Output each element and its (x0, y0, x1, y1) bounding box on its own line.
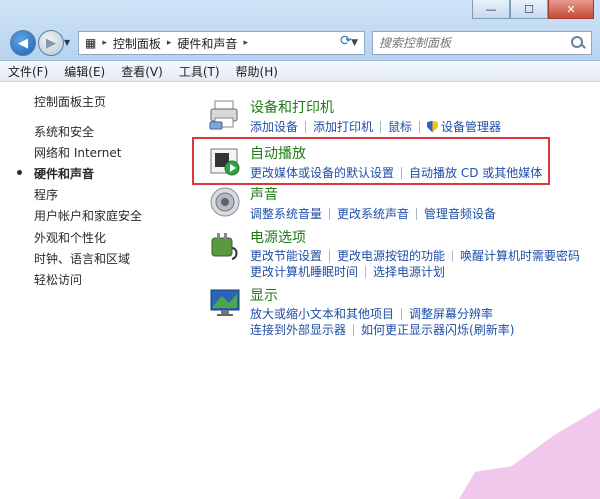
category-title[interactable]: 设备和打印机 (250, 97, 334, 117)
link-autoplay-cd[interactable]: 自动播放 CD 或其他媒体 (409, 164, 542, 181)
separator (329, 207, 331, 220)
category-title[interactable]: 自动播放 (250, 143, 306, 163)
link-row: 添加设备 添加打印机 鼠标 设备管理器 (250, 118, 501, 135)
shield-icon (427, 120, 439, 133)
menu-tools[interactable]: 工具(T) (171, 63, 228, 80)
arrow-left-icon: ◀ (18, 35, 28, 51)
link-mouse[interactable]: 鼠标 (388, 118, 412, 135)
link-change-sounds[interactable]: 更改系统声音 (337, 205, 409, 222)
link-change-power-button[interactable]: 更改电源按钮的功能 (337, 247, 445, 264)
display-icon (210, 289, 240, 316)
link-row: 调整系统音量 更改系统声音 管理音频设备 (250, 205, 496, 222)
link-change-default-media[interactable]: 更改媒体或设备的默认设置 (250, 164, 394, 181)
close-button[interactable]: ✕ (548, 0, 594, 19)
separator (401, 166, 403, 179)
autoplay-icon (210, 148, 240, 176)
separator (419, 120, 421, 133)
separator (329, 249, 331, 262)
printer-icon (209, 100, 238, 130)
link-screen-resolution[interactable]: 调整屏幕分辨率 (409, 305, 493, 322)
category-title[interactable]: 电源选项 (250, 227, 306, 247)
breadcrumb-hardware-sound[interactable]: 硬件和声音 (171, 35, 243, 52)
search-input[interactable] (373, 35, 569, 51)
link-add-printer[interactable]: 添加打印机 (313, 118, 373, 135)
nav-ease-of-access[interactable]: 轻松访问 (34, 271, 82, 288)
menu-file[interactable]: 文件(F) (0, 63, 56, 80)
nav-network-internet[interactable]: 网络和 Internet (34, 144, 121, 161)
minimize-button[interactable]: — (472, 0, 510, 19)
nav-control-panel-home[interactable]: 控制面板主页 (34, 93, 106, 110)
separator (452, 249, 454, 262)
main-content: 设备和打印机 添加设备 添加打印机 鼠标 设备管理器 自动播放 更改媒体或设备的… (190, 82, 600, 499)
separator (365, 265, 367, 278)
search-icon[interactable] (569, 35, 585, 51)
control-panel-folder-icon: ▦ (85, 36, 97, 50)
link-require-password-wake[interactable]: 唤醒计算机时需要密码 (460, 247, 580, 264)
refresh-icon[interactable]: ⟳ (340, 33, 352, 49)
link-add-device[interactable]: 添加设备 (250, 118, 298, 135)
search-box[interactable] (372, 31, 592, 55)
link-adjust-volume[interactable]: 调整系统音量 (250, 205, 322, 222)
breadcrumb-control-panel[interactable]: 控制面板 (107, 35, 167, 52)
power-icon (211, 233, 238, 260)
nav-user-accounts[interactable]: 用户帐户和家庭安全 (34, 207, 142, 224)
link-manage-audio[interactable]: 管理音频设备 (424, 205, 496, 222)
separator (416, 207, 418, 220)
nav-appearance[interactable]: 外观和个性化 (34, 229, 106, 246)
separator (401, 307, 403, 320)
separator (353, 323, 355, 336)
category-title[interactable]: 显示 (250, 285, 278, 305)
link-choose-power-plan[interactable]: 选择电源计划 (373, 263, 445, 280)
link-change-sleep-time[interactable]: 更改计算机睡眠时间 (250, 263, 358, 280)
nav-clock-language[interactable]: 时钟、语言和区域 (34, 250, 130, 267)
left-navigation: 控制面板主页 系统和安全 网络和 Internet 硬件和声音 程序 用户帐户和… (0, 82, 180, 499)
nav-hardware-sound[interactable]: 硬件和声音 (34, 165, 94, 182)
link-row: 更改节能设置 更改电源按钮的功能 唤醒计算机时需要密码 (250, 247, 580, 264)
menu-edit[interactable]: 编辑(E) (56, 63, 113, 80)
forward-button[interactable]: ▶ (38, 30, 64, 56)
link-row: 更改媒体或设备的默认设置 自动播放 CD 或其他媒体 (250, 164, 542, 181)
active-bullet-icon (17, 170, 22, 175)
menu-help[interactable]: 帮助(H) (228, 63, 286, 80)
separator (305, 120, 307, 133)
chevron-down-icon: ▼ (64, 38, 71, 47)
speaker-icon (210, 187, 240, 217)
arrow-right-icon: ▶ (46, 35, 56, 51)
link-row: 连接到外部显示器 如何更正显示器闪烁(刷新率) (250, 321, 514, 338)
menu-bar: 文件(F) 编辑(E) 查看(V) 工具(T) 帮助(H) (0, 61, 600, 82)
link-change-power-saving[interactable]: 更改节能设置 (250, 247, 322, 264)
link-row: 更改计算机睡眠时间 选择电源计划 (250, 263, 445, 280)
link-row: 放大或缩小文本和其他项目 调整屏幕分辨率 (250, 305, 493, 322)
link-device-manager[interactable]: 设备管理器 (441, 118, 501, 135)
title-bar: — ☐ ✕ ◀ ▶ ▼ ▦ ▸ 控制面板 ▸ 硬件和声音 ▸ ▼ ⟳ (0, 0, 600, 61)
maximize-button[interactable]: ☐ (510, 0, 548, 19)
recent-pages-dropdown[interactable]: ▼ (64, 38, 70, 47)
address-bar[interactable]: ▦ ▸ 控制面板 ▸ 硬件和声音 ▸ ▼ (78, 31, 365, 55)
nav-system-security[interactable]: 系统和安全 (34, 123, 94, 140)
nav-programs[interactable]: 程序 (34, 186, 58, 203)
link-fix-flicker[interactable]: 如何更正显示器闪烁(刷新率) (361, 321, 514, 338)
chevron-right-icon[interactable]: ▸ (243, 38, 248, 48)
back-button[interactable]: ◀ (10, 30, 36, 56)
window-controls: — ☐ ✕ (472, 0, 594, 19)
link-text-size[interactable]: 放大或缩小文本和其他项目 (250, 305, 394, 322)
separator (380, 120, 382, 133)
menu-view[interactable]: 查看(V) (113, 63, 171, 80)
category-title[interactable]: 声音 (250, 184, 278, 204)
link-external-display[interactable]: 连接到外部显示器 (250, 321, 346, 338)
